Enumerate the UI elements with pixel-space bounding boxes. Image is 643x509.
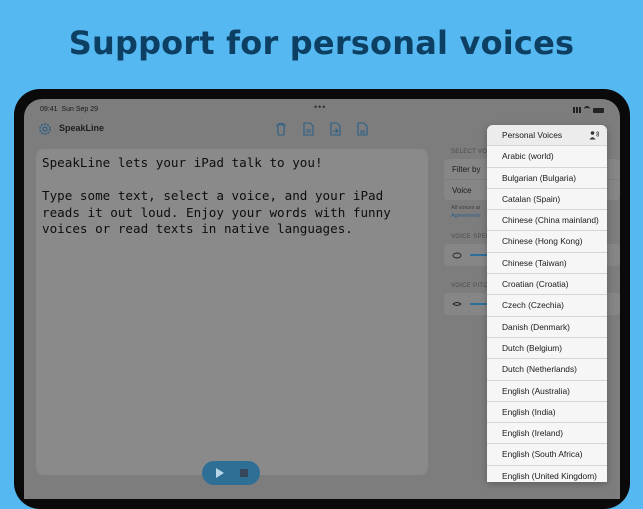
menu-item[interactable]: Croatian (Croatia) — [487, 274, 607, 296]
menu-item[interactable]: Danish (Denmark) — [487, 317, 607, 338]
document-export-icon[interactable] — [356, 122, 368, 136]
play-icon[interactable] — [216, 468, 224, 478]
text-editor[interactable]: SpeakLine lets your iPad talk to you! Ty… — [36, 149, 428, 475]
menu-item[interactable]: Chinese (China mainland) — [487, 210, 607, 232]
menu-item[interactable]: Czech (Czechia) — [487, 295, 607, 317]
status-time: 09:41 Sun Sep 29 — [40, 106, 99, 113]
menu-item[interactable]: Chinese (Taiwan) — [487, 253, 607, 275]
voice-pitch-header: VOICE PITC — [451, 283, 489, 289]
editor-text[interactable]: SpeakLine lets your iPad talk to you! Ty… — [42, 155, 422, 238]
person-wave-icon — [589, 130, 599, 140]
menu-item[interactable]: English (South Africa) — [487, 444, 607, 466]
menu-item[interactable]: English (Ireland) — [487, 423, 607, 445]
menu-item-personal-voices[interactable]: Personal Voices — [487, 125, 607, 147]
menu-item[interactable]: Dutch (Netherlands) — [487, 359, 607, 381]
select-voice-header: SELECT VOI — [451, 149, 490, 155]
menu-item[interactable]: English (India) — [487, 402, 607, 424]
gear-icon[interactable] — [38, 122, 52, 136]
headline: Support for personal voices — [68, 24, 575, 62]
mouth-icon — [452, 302, 462, 306]
app-title: SpeakLine — [59, 123, 105, 133]
document-icon[interactable] — [302, 122, 314, 136]
document-import-icon[interactable] — [329, 122, 341, 136]
battery-icon — [593, 107, 604, 113]
stop-icon[interactable] — [240, 469, 248, 477]
playback-controls — [202, 461, 260, 485]
signal-icon — [573, 107, 581, 113]
menu-item[interactable]: Arabic (world) — [487, 146, 607, 168]
voice-speed-header: VOICE SPEE — [451, 234, 491, 240]
status-bar: 09:41 Sun Sep 29 ••• — [24, 99, 620, 117]
menu-item[interactable]: Dutch (Belgium) — [487, 338, 607, 360]
tortoise-icon — [452, 252, 462, 259]
menu-item[interactable]: Catalan (Spain) — [487, 189, 607, 211]
menu-item[interactable]: Chinese (Hong Kong) — [487, 231, 607, 253]
trash-icon[interactable] — [275, 122, 287, 136]
multitasking-dots[interactable]: ••• — [314, 102, 326, 112]
menu-item[interactable]: English (United Kingdom) — [487, 466, 607, 482]
voices-note: All voices ar Agreements — [451, 205, 481, 219]
voice-dropdown-menu: Personal Voices Arabic (world) Bulgarian… — [487, 125, 607, 482]
wifi-icon — [584, 106, 590, 114]
menu-item[interactable]: Bulgarian (Bulgaria) — [487, 168, 607, 189]
voice-label: Voice — [452, 186, 472, 195]
filter-label: Filter by — [452, 165, 481, 174]
status-icons — [573, 106, 604, 114]
agreements-link[interactable]: Agreements — [451, 213, 481, 219]
menu-item[interactable]: English (Australia) — [487, 381, 607, 402]
